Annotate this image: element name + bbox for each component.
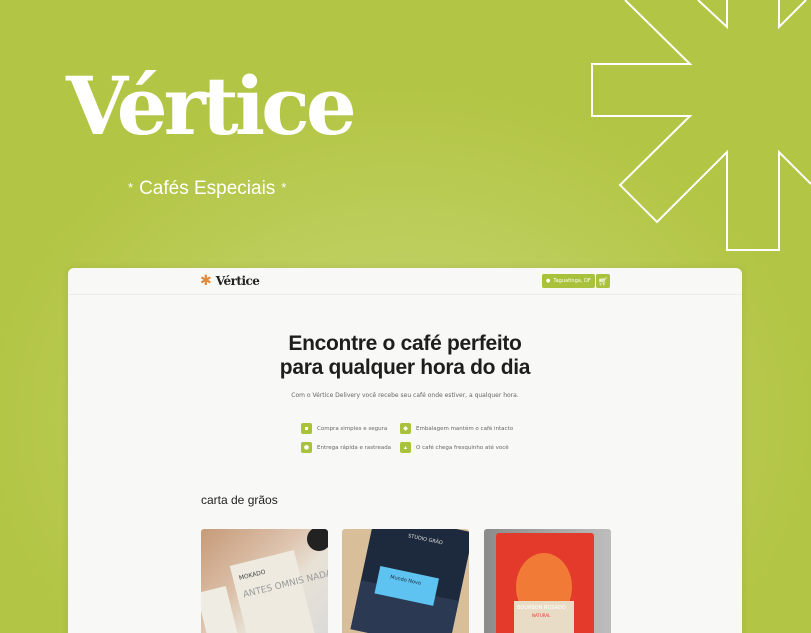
star-icon: * <box>281 180 287 195</box>
product-text: NATURAL <box>532 613 551 618</box>
package-icon: ◆ <box>400 423 411 434</box>
lead-text: Com o Vértice Delivery você recebe seu c… <box>291 392 519 399</box>
pin-icon: ● <box>546 278 551 284</box>
hero-title: Vértice <box>66 59 357 153</box>
page-headline: Encontre o café perfeito para qualquer ho… <box>68 332 742 380</box>
product-image: MOKADO ANTES OMNIS NADA, <box>201 529 328 633</box>
cart-icon: 🛒︎ <box>597 276 609 286</box>
star-icon: * <box>128 180 134 195</box>
feature-item: ● Entrega rápida e rastreada <box>301 442 391 453</box>
cart-button[interactable]: 🛒︎ <box>596 274 610 288</box>
product-brand: BOURBON ROSADO <box>517 605 566 611</box>
feature-item: ▴ O café chega fresquinho até você <box>400 442 509 453</box>
truck-icon: ● <box>301 442 312 453</box>
feature-item: ◆ Embalagem mantém o café intacto <box>400 423 513 434</box>
cart-icon: ▪ <box>301 423 312 434</box>
feature-label: Embalagem mantém o café intacto <box>416 425 514 432</box>
feature-label: Compra simples e segura <box>317 425 388 432</box>
headline-line-1: Encontre o café perfeito <box>288 332 522 355</box>
brand-name: Vértice <box>215 274 260 288</box>
headline-line-2: para qualquer hora do dia <box>279 356 531 379</box>
feature-item: ▪ Compra simples e segura <box>301 423 387 434</box>
product-image: BOURBON ROSADO NATURAL <box>496 533 594 633</box>
hero-subtitle: * Cafés Especiais * <box>122 178 292 200</box>
navbar: ✱ Vértice ● Taguatinga, DF 🛒︎ <box>68 268 742 295</box>
feature-label: Entrega rápida e rastreada <box>317 444 392 451</box>
section-title: carta de grãos <box>201 493 278 507</box>
location-button[interactable]: ● Taguatinga, DF <box>542 274 595 288</box>
brand-logo[interactable]: ✱ Vértice <box>200 273 260 289</box>
product-card[interactable]: STUDIO GRÃO Mundo Novo <box>342 529 469 633</box>
subtitle-text: Cafés Especiais <box>139 178 276 199</box>
asterisk-logo-icon: ✱ <box>200 273 212 289</box>
website-preview: ✱ Vértice ● Taguatinga, DF 🛒︎ Encontre o c… <box>68 268 742 633</box>
product-image: STUDIO GRÃO Mundo Novo <box>350 529 469 633</box>
location-label: Taguatinga, DF <box>553 278 591 284</box>
bag-icon: ▴ <box>400 442 411 453</box>
product-card[interactable]: MOKADO ANTES OMNIS NADA, <box>201 529 328 633</box>
feature-label: O café chega fresquinho até você <box>416 444 509 451</box>
product-card[interactable]: BOURBON ROSADO NATURAL <box>484 529 611 633</box>
